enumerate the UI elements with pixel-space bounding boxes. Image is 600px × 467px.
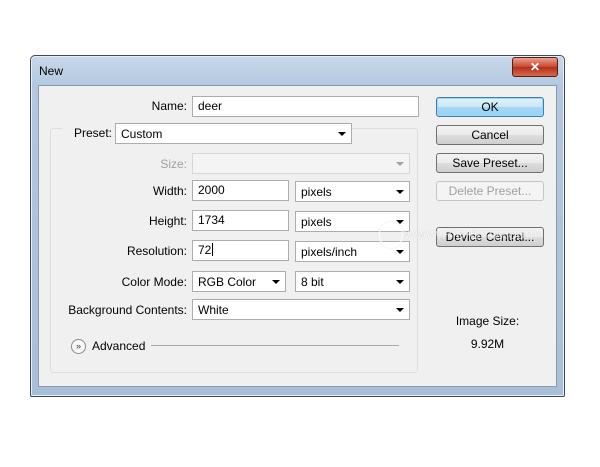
image-size-label: Image Size:	[455, 314, 520, 328]
width-unit-select[interactable]: pixels	[295, 181, 410, 202]
background-contents-label: Background Contents:	[68, 303, 187, 317]
camera-logo-icon	[378, 222, 404, 248]
name-value: deer	[198, 99, 223, 113]
bit-depth-value: 8 bit	[301, 275, 324, 289]
close-button[interactable]: ✕	[512, 57, 558, 77]
height-input[interactable]: 1734	[192, 210, 289, 231]
resolution-value: 72	[198, 243, 212, 257]
chevron-down-icon	[396, 190, 404, 194]
advanced-expand-icon[interactable]: »	[71, 339, 86, 354]
advanced-divider	[151, 345, 399, 346]
preset-label: Preset:	[62, 126, 114, 140]
background-contents-value: White	[198, 303, 229, 317]
width-unit-value: pixels	[301, 185, 332, 199]
width-value: 2000	[198, 183, 225, 197]
image-size-value: 9.92M	[470, 337, 505, 351]
size-select[interactable]	[192, 153, 410, 174]
bit-depth-select[interactable]: 8 bit	[295, 271, 410, 292]
watermark-text: www.Pic-Bmw.com	[404, 226, 539, 243]
ok-button[interactable]: OK	[436, 97, 544, 117]
resolution-unit-value: pixels/inch	[301, 245, 358, 259]
dialog-title: New	[39, 64, 64, 78]
height-value: 1734	[198, 213, 225, 227]
resolution-input[interactable]: 72	[192, 240, 289, 261]
title-bar[interactable]: New ✕	[31, 56, 564, 86]
color-mode-value: RGB Color	[198, 275, 257, 289]
chevron-down-icon	[396, 162, 404, 166]
chevron-down-icon	[396, 280, 404, 284]
chevron-down-icon	[338, 132, 346, 136]
resolution-label: Resolution:	[126, 244, 187, 258]
close-icon: ✕	[529, 60, 541, 74]
height-unit-value: pixels	[301, 215, 332, 229]
height-label: Height:	[148, 214, 187, 228]
name-input[interactable]: deer	[192, 96, 419, 117]
color-mode-label: Color Mode:	[121, 275, 187, 289]
chevron-down-icon	[396, 250, 404, 254]
save-preset-button[interactable]: Save Preset...	[436, 153, 544, 173]
color-mode-select[interactable]: RGB Color	[192, 271, 286, 292]
name-label: Name:	[151, 99, 187, 113]
width-label: Width:	[152, 184, 187, 198]
background-contents-select[interactable]: White	[192, 299, 410, 320]
size-label: Size:	[160, 157, 187, 171]
preset-value: Custom	[121, 127, 163, 141]
width-input[interactable]: 2000	[192, 180, 289, 201]
chevron-down-icon	[396, 308, 404, 312]
delete-preset-button[interactable]: Delete Preset...	[436, 181, 544, 201]
advanced-label[interactable]: Advanced	[92, 339, 145, 353]
cancel-button[interactable]: Cancel	[436, 125, 544, 145]
preset-select[interactable]: Custom	[115, 123, 352, 144]
chevron-down-icon	[272, 280, 280, 284]
text-caret	[212, 243, 214, 256]
